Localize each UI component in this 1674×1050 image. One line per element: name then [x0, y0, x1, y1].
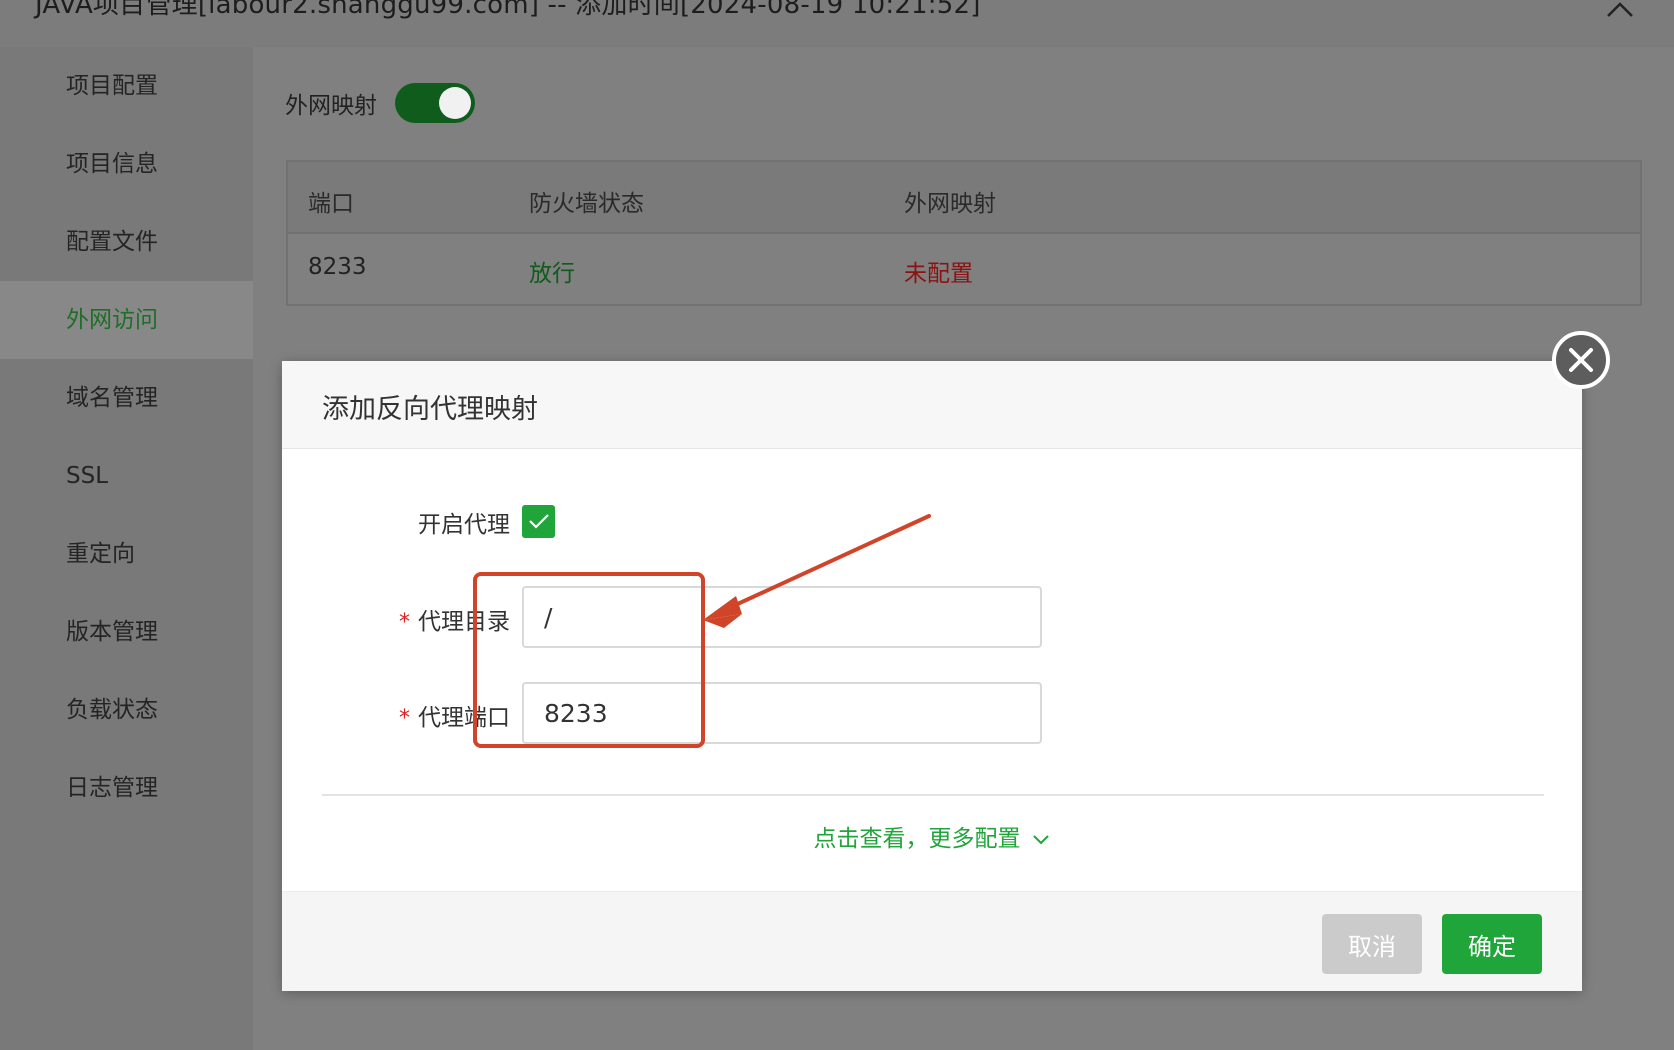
proxy-port-label-text: 代理端口	[418, 705, 510, 731]
required-mark: *	[399, 706, 410, 731]
sidebar-item-load-status[interactable]: 负载状态	[0, 671, 253, 749]
sidebar-item-project-info[interactable]: 项目信息	[0, 125, 253, 203]
reverse-proxy-dialog: 添加反向代理映射 开启代理 * 代理目录 * 代理端口 点击查看，更多配置 取消 确…	[282, 361, 1582, 991]
proxy-dir-label-text: 代理目录	[418, 609, 510, 635]
port-table: 端口 防火墙状态 外网映射 8233 放行 未配置	[286, 160, 1642, 306]
sidebar: 项目配置 项目信息 配置文件 外网访问 域名管理 SSL 重定向 版本管理 负载…	[0, 47, 253, 1050]
table-header: 端口 防火墙状态 外网映射	[288, 162, 1640, 234]
chevron-down-icon	[1031, 827, 1051, 853]
sidebar-item-ssl[interactable]: SSL	[0, 437, 253, 515]
toggle-label: 外网映射	[285, 93, 377, 119]
form-divider	[322, 794, 1544, 796]
proxy-port-row: * 代理端口	[282, 682, 1582, 744]
sidebar-item-version[interactable]: 版本管理	[0, 593, 253, 671]
more-config-link[interactable]: 点击查看，更多配置	[282, 819, 1582, 853]
external-mapping-toggle-row: 外网映射	[285, 82, 475, 124]
sidebar-item-config-file[interactable]: 配置文件	[0, 203, 253, 281]
required-mark: *	[399, 610, 410, 635]
column-header-firewall: 防火墙状态	[529, 191, 644, 217]
column-header-port: 端口	[308, 191, 354, 217]
window-titlebar: JAVA项目管理[labour2.shanggu99.com] -- 添加时间[…	[0, 0, 1674, 47]
enable-proxy-label: 开启代理	[418, 512, 510, 538]
cell-port: 8233	[308, 254, 367, 280]
proxy-port-input[interactable]	[522, 682, 1042, 744]
dialog-title: 添加反向代理映射	[322, 394, 538, 425]
column-header-mapping: 外网映射	[904, 191, 996, 217]
sidebar-item-logs[interactable]: 日志管理	[0, 749, 253, 827]
window-title: JAVA项目管理[labour2.shanggu99.com] -- 添加时间[…	[35, 0, 981, 20]
enable-proxy-checkbox[interactable]	[522, 505, 555, 538]
dialog-header: 添加反向代理映射	[282, 361, 1582, 449]
sidebar-item-external-access[interactable]: 外网访问	[0, 281, 253, 359]
enable-proxy-row: 开启代理	[282, 491, 1582, 553]
sidebar-item-redirect[interactable]: 重定向	[0, 515, 253, 593]
switch-knob	[439, 87, 471, 119]
cell-mapping-status: 未配置	[904, 261, 973, 287]
cancel-button[interactable]: 取消	[1322, 914, 1422, 974]
more-config-text: 点击查看，更多配置	[813, 826, 1021, 852]
close-circle-icon[interactable]	[1552, 331, 1610, 389]
proxy-port-label: * 代理端口	[399, 698, 510, 732]
proxy-dir-label: * 代理目录	[399, 602, 510, 636]
table-row: 8233 放行 未配置	[288, 234, 1640, 304]
external-mapping-switch[interactable]	[395, 83, 475, 123]
proxy-dir-input[interactable]	[522, 586, 1042, 648]
sidebar-item-domain[interactable]: 域名管理	[0, 359, 253, 437]
check-icon	[529, 514, 549, 529]
dialog-footer: 取消 确定	[282, 891, 1582, 991]
sidebar-item-project-config[interactable]: 项目配置	[0, 47, 253, 125]
cell-firewall-status: 放行	[529, 261, 575, 287]
proxy-dir-row: * 代理目录	[282, 586, 1582, 648]
chevron-up-icon[interactable]	[1600, 0, 1640, 30]
confirm-button[interactable]: 确定	[1442, 914, 1542, 974]
